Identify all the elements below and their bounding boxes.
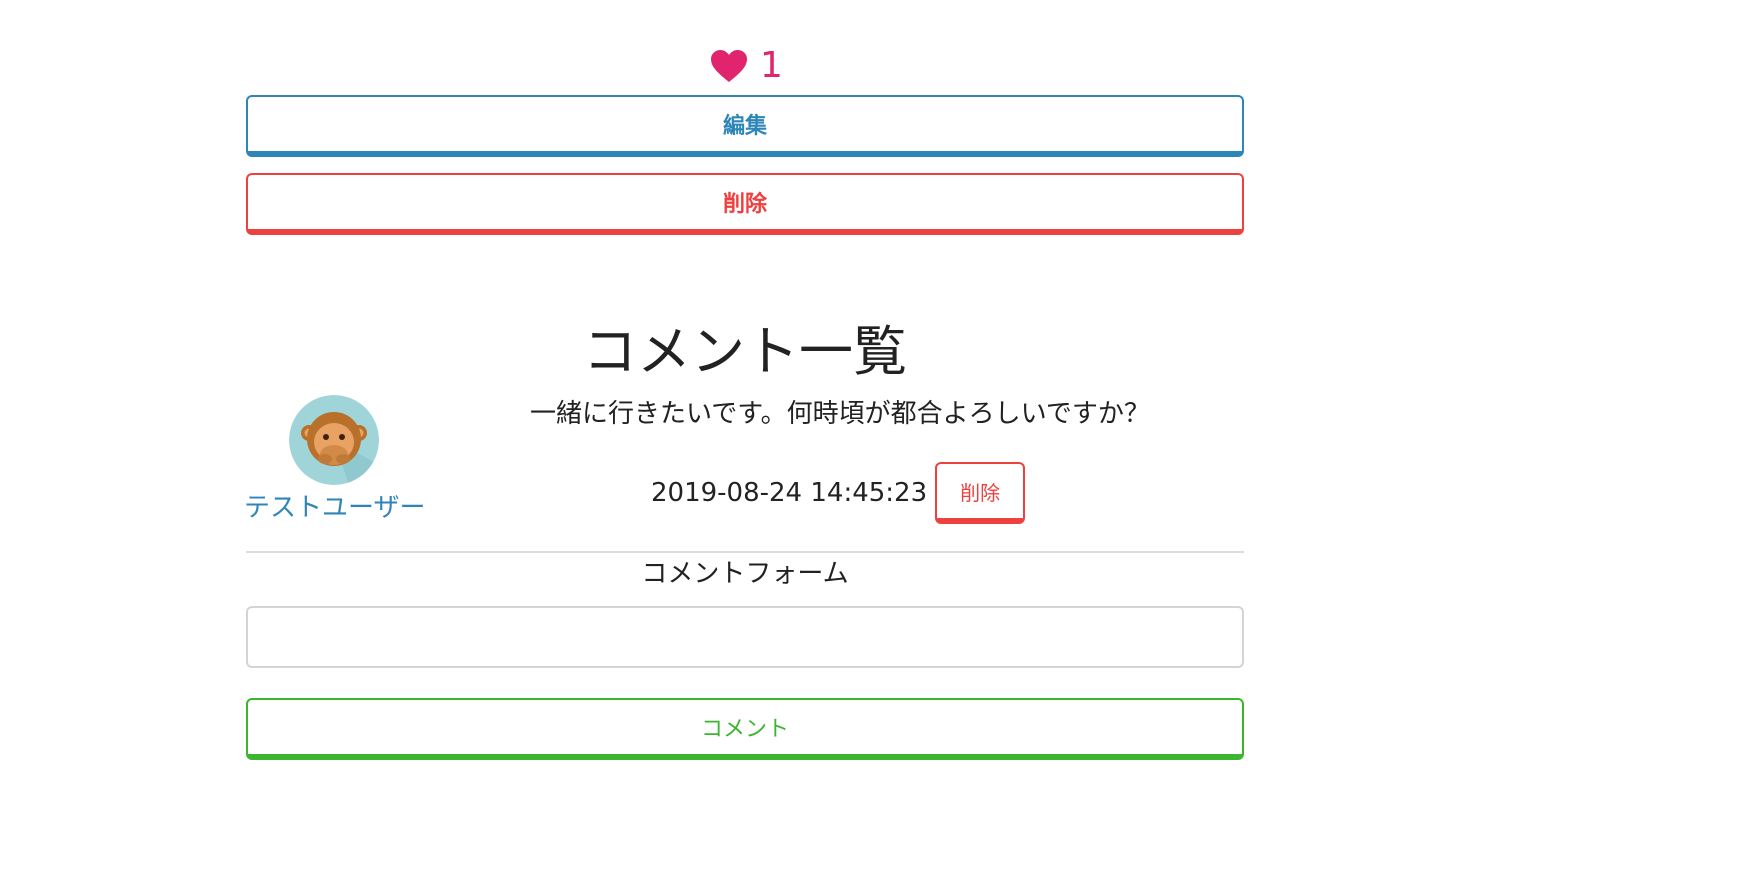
comment-author-link[interactable]: テストユーザー <box>244 487 425 524</box>
monkey-avatar-icon[interactable] <box>289 395 379 485</box>
comment-text: 一緒に行きたいです。何時頃が都合よろしいですか？ <box>530 399 1150 429</box>
comment-input[interactable] <box>246 606 1244 668</box>
divider <box>246 551 1244 553</box>
comment-timestamp: 2019-08-24 14:45:23 <box>651 478 928 508</box>
post-detail: 1 編集 削除 コメント一覧 テストユーザー 一緒に行きたいです。何時頃が都合よ… <box>244 0 1244 872</box>
comment-meta: 2019-08-24 14:45:23 削除 <box>651 462 1026 524</box>
comment-author: テストユーザー <box>244 395 425 524</box>
comment-delete-button[interactable]: 削除 <box>935 462 1026 524</box>
edit-button[interactable]: 編集 <box>246 95 1244 157</box>
heart-icon[interactable] <box>710 49 748 83</box>
like-area[interactable]: 1 <box>710 46 783 86</box>
delete-button[interactable]: 削除 <box>246 173 1244 235</box>
comment-form-label: コメントフォーム <box>641 559 849 589</box>
comment-submit-button[interactable]: コメント <box>246 698 1244 760</box>
comments-title: コメント一覧 <box>583 320 907 383</box>
like-count: 1 <box>760 45 783 86</box>
